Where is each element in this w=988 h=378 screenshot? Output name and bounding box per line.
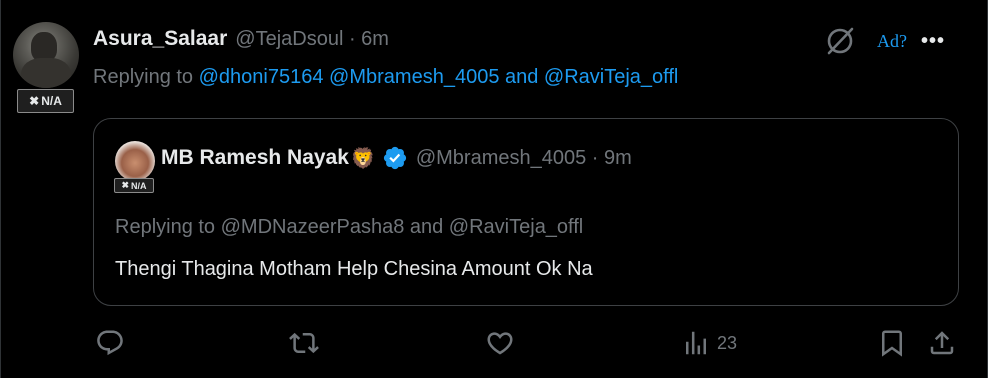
quoted-tweet-header: MB Ramesh Nayak 🦁 @Mbramesh_4005 · 9m bbox=[161, 145, 632, 171]
reply-icon bbox=[97, 330, 123, 356]
replying-to-line: Replying to @dhoni75164 @Mbramesh_4005 a… bbox=[93, 66, 679, 88]
quoted-tweet-text: Thengi Thagina Motham Help Chesina Amoun… bbox=[115, 258, 593, 280]
quoted-author-avatar[interactable] bbox=[115, 141, 155, 181]
bookmark-button[interactable] bbox=[877, 328, 907, 358]
views-icon bbox=[686, 331, 706, 355]
tweet-container: ✖ N/A Asura_Salaar @TejaDsoul · 6m Ad? •… bbox=[0, 0, 988, 378]
quoted-author-handle-time[interactable]: @Mbramesh_4005 · 9m bbox=[416, 147, 632, 170]
more-options-icon[interactable]: ••• bbox=[921, 30, 945, 53]
verified-icon bbox=[383, 146, 406, 170]
mention-link[interactable]: @RaviTeja_offl bbox=[544, 66, 678, 88]
share-button[interactable] bbox=[927, 328, 957, 358]
views-button[interactable]: 23 bbox=[681, 328, 737, 358]
quoted-na-badge: ✖ N/A bbox=[114, 178, 154, 193]
mention-link[interactable]: @Mbramesh_4005 bbox=[329, 66, 499, 88]
quoted-author-name[interactable]: MB Ramesh Nayak bbox=[161, 146, 349, 170]
mention-link[interactable]: @dhoni75164 bbox=[199, 66, 324, 88]
tweet-header: Asura_Salaar @TejaDsoul · 6m bbox=[93, 27, 389, 51]
like-button[interactable] bbox=[485, 328, 515, 358]
na-badge: ✖ N/A bbox=[17, 89, 74, 113]
bookmark-icon bbox=[882, 330, 902, 357]
retweet-button[interactable] bbox=[289, 328, 319, 358]
x-icon: ✖ bbox=[121, 180, 130, 190]
quoted-replying-line: Replying to @MDNazeerPasha8 and @RaviTej… bbox=[115, 216, 584, 238]
reply-button[interactable] bbox=[95, 328, 125, 358]
x-icon: ✖ bbox=[29, 94, 40, 108]
author-name[interactable]: Asura_Salaar bbox=[93, 27, 227, 51]
block-icon[interactable] bbox=[823, 24, 857, 58]
views-count: 23 bbox=[717, 332, 738, 353]
author-handle-time[interactable]: @TejaDsoul · 6m bbox=[235, 28, 389, 51]
share-icon bbox=[930, 331, 954, 355]
tweet-top-actions: Ad? ••• bbox=[823, 24, 945, 58]
like-icon bbox=[487, 332, 513, 355]
retweet-icon bbox=[289, 332, 319, 354]
lion-emoji: 🦁 bbox=[350, 147, 376, 170]
ad-label[interactable]: Ad? bbox=[877, 31, 907, 52]
author-avatar[interactable] bbox=[13, 22, 79, 88]
